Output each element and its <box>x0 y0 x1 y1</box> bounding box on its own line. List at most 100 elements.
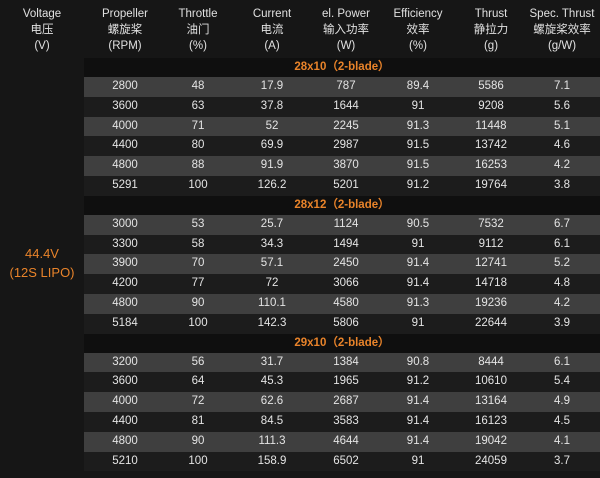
voltage-label: 44.4V (12S LIPO) <box>0 244 84 282</box>
table-cell: 9112 <box>478 237 504 250</box>
table-cell: 3200 <box>112 355 138 368</box>
table-cell: 3300 <box>112 237 138 250</box>
table-cell: 3583 <box>333 414 359 427</box>
table-cell: 91.4 <box>406 414 430 427</box>
table-cell: 111.3 <box>258 434 286 447</box>
table-cell: 25.7 <box>260 217 284 230</box>
performance-table: Voltage 电压 (V) Propeller 螺旋桨 (RPM) Throt… <box>0 0 600 478</box>
table-cell: 2800 <box>112 80 138 92</box>
table-cell: 4.5 <box>554 414 570 427</box>
header-spec-thrust: Spec. Thrust 螺旋桨效率 (g/W) <box>524 6 600 54</box>
table-cell: 31.7 <box>260 355 284 368</box>
header-en: Efficiency <box>393 8 443 20</box>
header-current: Current 电流 (A) <box>230 6 314 54</box>
table-cell: 91.5 <box>406 139 430 152</box>
table-cell: 89.4 <box>406 80 430 92</box>
table-cell: 5291 <box>112 178 138 191</box>
table-cell: 3600 <box>112 375 138 388</box>
table-cell: 91.2 <box>406 178 430 191</box>
table-cell: 91.2 <box>406 375 430 388</box>
table-cell: 4000 <box>112 395 138 408</box>
table-cell: 5.4 <box>554 375 570 388</box>
table-cell: 3066 <box>333 277 359 290</box>
table-cell: 90.5 <box>406 217 430 230</box>
table-row: 4800 90 111.3 4644 91.4 19042 4.1 <box>84 431 600 452</box>
header-unit: (g) <box>483 40 499 52</box>
table-row: 4000 72 62.6 2687 91.4 13164 4.9 <box>84 392 600 412</box>
header-unit: (RPM) <box>108 40 142 52</box>
table-cell: 91.4 <box>406 257 430 270</box>
table-cell: 2450 <box>333 257 359 270</box>
table-cell: 91.5 <box>406 159 430 172</box>
table-cell: 91 <box>411 316 425 329</box>
table-cell: 53 <box>191 217 205 230</box>
table-cell: 4800 <box>112 434 138 447</box>
table-cell: 2987 <box>333 139 359 152</box>
table-cell: 5210 <box>112 454 138 467</box>
table-cell: 2687 <box>333 395 359 408</box>
table-row: 5184 100 142.3 5806 91 22644 3.9 <box>84 313 600 334</box>
table-cell: 1644 <box>333 99 359 112</box>
header-zh: 电压 <box>30 24 54 36</box>
table-cell: 3.8 <box>554 178 570 191</box>
table-row: 4800 90 110.1 4580 91.3 19236 4.2 <box>84 293 600 314</box>
table-cell: 16253 <box>475 159 507 172</box>
voltage-column <box>0 0 84 478</box>
table-cell: 64 <box>191 375 205 388</box>
table-cell: 7532 <box>478 217 504 230</box>
voltage-value: 44.4V <box>25 246 59 261</box>
table-cell: 4000 <box>112 119 138 132</box>
table-cell: 69.9 <box>260 139 284 152</box>
table-cell: 4580 <box>333 296 359 309</box>
table-cell: 5184 <box>112 316 138 329</box>
table-row: 5291 100 126.2 5201 91.2 19764 3.8 <box>84 175 600 196</box>
table-cell: 5586 <box>478 80 504 92</box>
table-row: 3300 58 34.3 1494 91 9112 6.1 <box>84 234 600 255</box>
table-cell: 88 <box>191 159 205 172</box>
header-unit: (%) <box>189 40 207 52</box>
table-cell: 13742 <box>475 139 507 152</box>
table-cell: 19764 <box>475 178 507 191</box>
header-propeller: Propeller 螺旋桨 (RPM) <box>84 6 166 54</box>
table-row: 5210 100 158.9 6502 91 24059 3.7 <box>84 451 600 472</box>
table-row: 4000 71 52 2245 91.3 11448 5.1 <box>84 116 600 137</box>
header-en: Thrust <box>474 8 508 20</box>
table-row: 3000 53 25.7 1124 90.5 7532 6.7 <box>84 214 600 235</box>
table-cell: 22644 <box>475 316 507 329</box>
header-zh: 螺旋桨 <box>107 24 143 36</box>
table-cell: 4.6 <box>554 139 570 152</box>
table-cell: 4.8 <box>554 277 570 290</box>
table-cell: 100 <box>188 454 208 467</box>
table-cell: 91.3 <box>406 296 430 309</box>
table-cell: 90.8 <box>406 355 430 368</box>
table-cell: 62.6 <box>260 395 284 408</box>
table-cell: 48 <box>191 80 205 92</box>
table-cell: 84.5 <box>260 414 284 427</box>
header-en: Current <box>252 8 292 20</box>
table-cell: 16123 <box>475 414 507 427</box>
table-cell: 57.1 <box>260 257 284 270</box>
table-cell: 11448 <box>475 119 507 132</box>
table-cell: 126.2 <box>257 178 287 191</box>
table-cell: 6.1 <box>554 355 570 368</box>
table-cell: 63 <box>191 99 205 112</box>
table-cell: 3.7 <box>554 454 570 467</box>
header-throttle: Throttle 油门 (%) <box>166 6 230 54</box>
table-cell: 4.9 <box>554 395 570 408</box>
table-cell: 3870 <box>333 159 359 172</box>
header-unit: (W) <box>336 40 356 52</box>
table-cell: 90 <box>191 434 205 447</box>
table-cell: 6502 <box>333 454 359 467</box>
table-cell: 3900 <box>112 257 138 270</box>
header-zh: 油门 <box>186 24 210 36</box>
table-cell: 81 <box>191 414 205 427</box>
table-cell: 19042 <box>475 434 507 447</box>
table-cell: 3.9 <box>554 316 570 329</box>
group-title: 28x10（2-blade） <box>84 58 600 77</box>
table-row: 3200 56 31.7 1384 90.8 8444 6.1 <box>84 352 600 373</box>
table-cell: 80 <box>191 139 205 152</box>
table-cell: 70 <box>191 257 205 270</box>
header-en: Propeller <box>101 8 149 20</box>
battery-type: (12S LIPO) <box>9 265 75 280</box>
header-efficiency: Efficiency 效率 (%) <box>378 6 458 54</box>
